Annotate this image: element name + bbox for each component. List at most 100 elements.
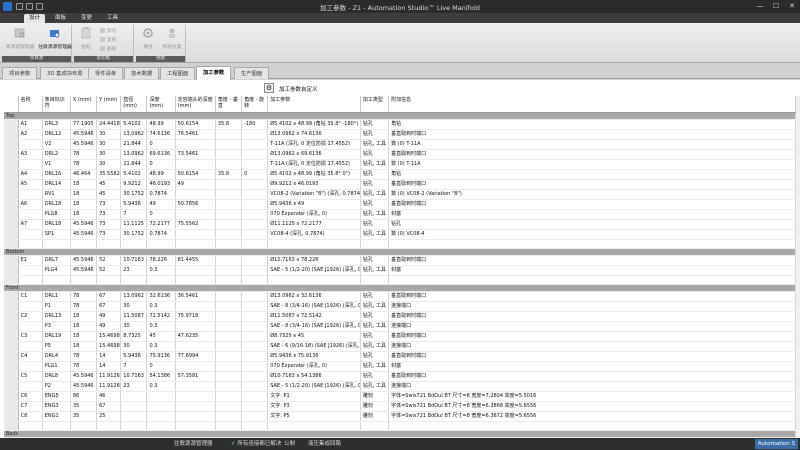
table-cell[interactable]: 0.7874	[146, 229, 176, 240]
table-cell[interactable]: 0.3	[146, 265, 176, 276]
table-cell[interactable]	[18, 265, 43, 276]
row-selector[interactable]	[4, 119, 19, 130]
table-cell[interactable]: 21.844	[120, 159, 148, 170]
table-cell[interactable]: 钻孔, 工具	[360, 341, 390, 353]
row-selector[interactable]	[4, 159, 19, 170]
table-cell[interactable]: 18	[70, 209, 98, 220]
table-cell[interactable]	[241, 291, 269, 303]
table-cell[interactable]: ENG3	[42, 401, 71, 413]
table-cell[interactable]: 32.6136	[146, 291, 176, 303]
table-cell[interactable]: 86	[70, 391, 98, 403]
table-cell[interactable]: 字体=Swis721 BdOul BT 尺寸=8 宽度=6.3672 高度=5.…	[388, 411, 796, 423]
section-header-row[interactable]: Front	[4, 284, 796, 293]
table-cell[interactable]: 67	[96, 291, 122, 303]
table-cell[interactable]: 36.5461	[175, 291, 216, 303]
table-cell[interactable]: 文字: P5	[267, 411, 361, 423]
table-cell[interactable]	[241, 321, 269, 333]
table-cell[interactable]: 74.6136	[146, 129, 176, 140]
table-cell[interactable]: 50.6154	[175, 119, 216, 130]
table-cell[interactable]: 钻孔	[360, 331, 390, 343]
table-cell[interactable]	[175, 159, 216, 170]
table-cell[interactable]: 72.2177	[146, 219, 176, 230]
table-cell[interactable]: 35	[70, 401, 98, 413]
table-cell[interactable]: 钻孔	[360, 311, 390, 323]
table-cell[interactable]: DRL18	[42, 199, 71, 210]
table-cell[interactable]: 070 Expander (深孔, 0)	[267, 361, 361, 373]
table-cell[interactable]: 78	[70, 361, 98, 373]
table-cell[interactable]: 钻孔	[360, 129, 390, 140]
table-cell[interactable]: V2	[42, 139, 71, 150]
table-cell[interactable]: 钻孔, 工具	[360, 229, 390, 240]
column-header[interactable]: 定容端头的深度 (mm)	[175, 96, 216, 113]
column-header[interactable]: 附加信息	[388, 96, 796, 113]
table-cell[interactable]: 45.5946	[70, 219, 98, 230]
table-cell[interactable]: Ø10.7163 x 78.226	[267, 255, 361, 266]
table-cell[interactable]: 7	[120, 361, 148, 373]
library-explorer-button[interactable]: 往歌源源管理器	[38, 27, 72, 50]
ribbon-tab-change[interactable]: 变更	[76, 14, 97, 23]
column-header[interactable]: 加工参数	[267, 96, 361, 113]
table-cell[interactable]: 78	[70, 149, 98, 160]
table-cell[interactable]: 15.4698	[96, 341, 122, 353]
table-cell[interactable]: SAE - 8 (3/4-16) (SAE J1926) (深孔, 0.3)	[267, 301, 361, 313]
table-cell[interactable]	[241, 149, 269, 160]
row-selector[interactable]	[4, 291, 19, 303]
table-cell[interactable]: 钻孔	[388, 219, 796, 230]
table-cell[interactable]: 0	[146, 209, 176, 220]
row-selector[interactable]	[4, 401, 19, 413]
ribbon-tab-panel[interactable]: 面板	[50, 14, 71, 23]
table-cell[interactable]: PLG1	[42, 361, 71, 373]
table-cell[interactable]: 连接端口	[388, 341, 796, 353]
table-cell[interactable]	[175, 139, 216, 150]
column-header[interactable]: Y (mm)	[96, 96, 122, 113]
table-cell[interactable]: 23	[120, 381, 148, 393]
table-cell[interactable]: 67	[96, 301, 122, 313]
table-row[interactable]: A3 DRL2 78 30 13.0962 69.6136 73.5461 Ø13.0962 …	[4, 149, 796, 160]
table-cell[interactable]: 75.5562	[175, 219, 216, 230]
table-cell[interactable]: Ø5.9436 x 75.9136	[267, 351, 361, 363]
table-cell[interactable]: 46.464	[70, 169, 98, 180]
table-cell[interactable]: DRL1	[42, 291, 71, 303]
table-cell[interactable]	[175, 361, 216, 373]
table-cell[interactable]: 18	[70, 331, 98, 343]
table-cell[interactable]: 钻孔, 工具	[360, 361, 390, 373]
table-cell[interactable]: 数 (0) T-11A	[388, 159, 796, 170]
table-cell[interactable]: 钻孔, 工具	[360, 209, 390, 220]
table-cell[interactable]: 垂直取到时端口	[388, 371, 796, 383]
table-cell[interactable]	[215, 291, 243, 303]
table-cell[interactable]: ENG5	[42, 391, 71, 403]
table-cell[interactable]	[175, 229, 216, 240]
section-header-row[interactable]: Bottom	[4, 248, 796, 256]
table-cell[interactable]: 73	[96, 209, 122, 220]
table-cell[interactable]	[241, 199, 269, 210]
tab-production-drawings[interactable]: 生产图面	[234, 67, 270, 79]
table-cell[interactable]	[215, 341, 243, 353]
table-row[interactable]: E1 DRL7 45.5946 52 10.7163 78.226 81.4455 Ø10.7…	[4, 255, 796, 266]
table-cell[interactable]: 45.5946	[70, 229, 98, 240]
table-cell[interactable]: 文字: P3	[267, 401, 361, 413]
table-cell[interactable]: 76.5461	[175, 129, 216, 140]
table-cell[interactable]: 5.9436	[120, 351, 148, 363]
table-cell[interactable]: T-11A (深孔, 0 定位防损 17.4552)	[267, 159, 361, 170]
table-cell[interactable]	[241, 341, 269, 353]
table-row[interactable]: PLG4 45.5946 52 23 0.3 SAE - 5 (1/2-20) (SAE …	[4, 265, 796, 276]
table-cell[interactable]: 钻孔, 工具	[360, 321, 390, 333]
table-cell[interactable]: P2	[42, 381, 71, 393]
table-row[interactable]: P2 45.5946 11.9126 23 0.3 SAE - 5 (1/2-20) (S…	[4, 381, 796, 393]
table-cell[interactable]: 钻孔	[360, 199, 390, 210]
table-cell[interactable]: 钻孔, 工具	[360, 189, 390, 200]
table-cell[interactable]: 18	[70, 199, 98, 210]
table-cell[interactable]	[18, 301, 43, 313]
table-row[interactable]: C5 DRL8 45.5946 11.9126 10.7163 54.1386 57.358…	[4, 371, 796, 383]
table-cell[interactable]: 字体=Swis721 BdOul BT 尺寸=8 宽度=7.2804 高度=5.…	[388, 391, 796, 403]
table-cell[interactable]: 45.5946	[70, 255, 98, 266]
table-cell[interactable]: 0	[241, 169, 269, 180]
table-cell[interactable]: 7	[120, 209, 148, 220]
table-cell[interactable]: Ø13.0962 x 32.6136	[267, 291, 361, 303]
table-cell[interactable]	[175, 301, 216, 313]
table-cell[interactable]	[175, 341, 216, 353]
table-cell[interactable]: 15.4698	[96, 331, 122, 343]
table-cell[interactable]: 72.5142	[146, 311, 176, 323]
table-cell[interactable]	[215, 301, 243, 313]
table-cell[interactable]: 73	[96, 229, 122, 240]
